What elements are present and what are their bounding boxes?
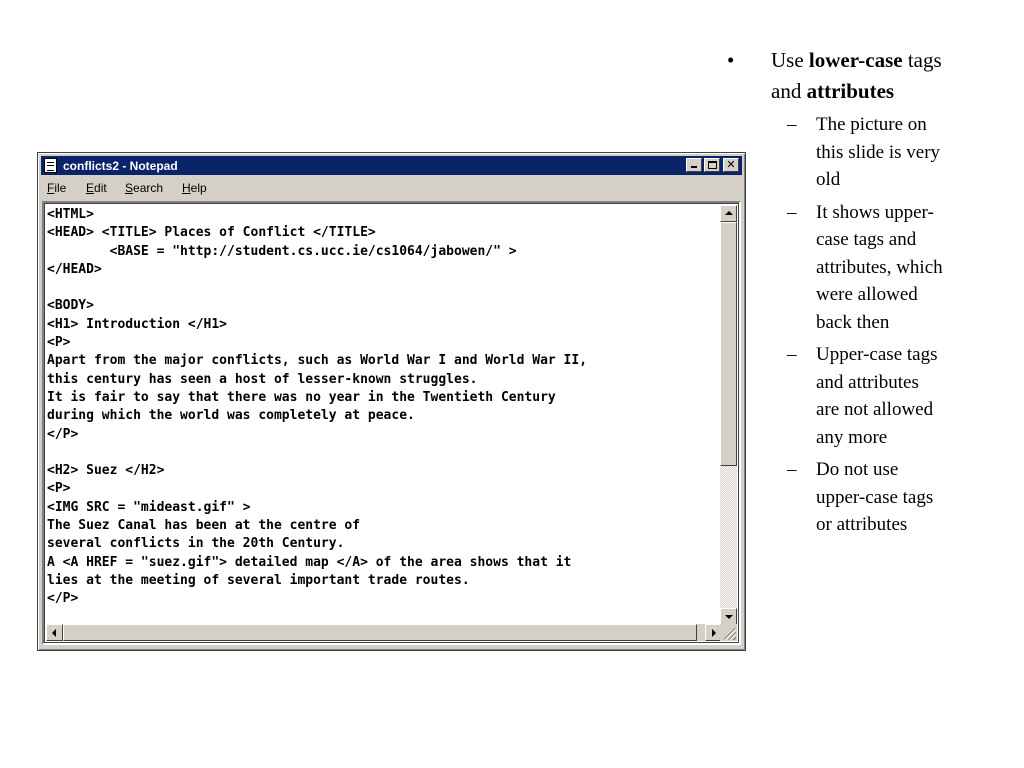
notepad-icon [44,158,57,173]
sub-bullet-text: Upper-case tags and attributes are not a… [816,344,938,448]
dash-icon: – [787,344,797,365]
maximize-icon [708,161,717,169]
code-line: A <A HREF = "suez.gif"> detailed map </A… [47,554,572,570]
dash-icon: – [787,459,797,480]
emphasis-lower-case: lower-case [808,48,903,72]
code-line: </P> [47,591,79,607]
minimize-button[interactable] [686,158,702,172]
sub-bullet: – Do not use upper-case tags or attribut… [727,456,1017,539]
sub-bullet: – The picture on this slide is very old [727,111,1017,194]
code-line: several conflicts in the 20th Century. [47,536,345,552]
editor-client-area: <HTML> <HEAD> <TITLE> Places of Conflict … [42,201,741,645]
code-line: <P> [47,481,71,497]
code-line: <H2> Suez </H2> [47,463,165,479]
title-bar[interactable]: conflicts2 - Notepad ✕ [41,156,742,175]
text-editor[interactable]: <HTML> <HEAD> <TITLE> Places of Conflict … [46,206,721,624]
arrow-left-icon [52,629,56,637]
menu-search[interactable]: Search [125,181,163,195]
horizontal-scrollbar[interactable] [46,624,722,641]
menu-bar: File Edit Search Help [41,177,742,197]
dash-icon: – [787,114,797,135]
horizontal-scroll-thumb[interactable] [63,624,697,641]
code-line: lies at the meeting of several important… [47,572,470,588]
menu-help[interactable]: Help [182,181,207,195]
arrow-right-icon [712,629,716,637]
main-bullet: • Use lower-case tags and attributes [727,45,1017,107]
sub-bullet: – Upper-case tags and attributes are not… [727,341,1017,451]
code-line: </P> [47,426,79,442]
maximize-button[interactable] [704,158,720,172]
sub-bullet-text: It shows upper-case tags and attributes,… [816,201,943,333]
sub-bullet-text: The picture on this slide is very old [816,114,941,190]
scroll-left-button[interactable] [46,624,63,641]
resize-grip-icon[interactable] [720,624,737,641]
code-line: <HTML> [47,207,94,222]
code-line: <H1> Introduction </H1> [47,316,228,332]
code-line: </HEAD> [47,261,102,277]
notepad-window: conflicts2 - Notepad ✕ File Edit Search … [37,152,746,651]
main-bullet-text: Use lower-case tags and attributes [771,48,942,103]
slide-text: • Use lower-case tags and attributes – T… [727,45,1017,544]
code-line: during which the world was completely at… [47,408,415,424]
menu-file[interactable]: File [47,181,66,195]
code-line: The Suez Canal has been at the centre of [47,518,361,534]
sub-bullet: – It shows upper-case tags and attribute… [727,199,1017,337]
sub-bullet-text: Do not use upper-case tags or attributes [816,459,934,535]
code-line: this century has seen a host of lesser-k… [47,371,478,387]
window-title: conflicts2 - Notepad [63,159,178,173]
sub-bullet-list: – The picture on this slide is very old … [727,111,1017,539]
scroll-down-button[interactable] [720,608,737,625]
code-line: <HEAD> <TITLE> Places of Conflict </TITL… [47,225,376,241]
dash-icon: – [787,201,797,223]
code-line: <BODY> [47,298,94,314]
emphasis-attributes: attributes [806,79,895,103]
code-line: <IMG SRC = "mideast.gif" > [47,499,251,515]
code-line: <BASE = "http://student.cs.ucc.ie/cs1064… [47,243,517,259]
menu-edit[interactable]: Edit [86,181,107,195]
minimize-icon [691,166,697,168]
code-line: <P> [47,335,71,351]
bullet-icon: • [727,48,735,72]
code-line: It is fair to say that there was no year… [47,389,556,405]
arrow-down-icon [725,615,733,619]
code-line: Apart from the major conflicts, such as … [47,353,588,369]
